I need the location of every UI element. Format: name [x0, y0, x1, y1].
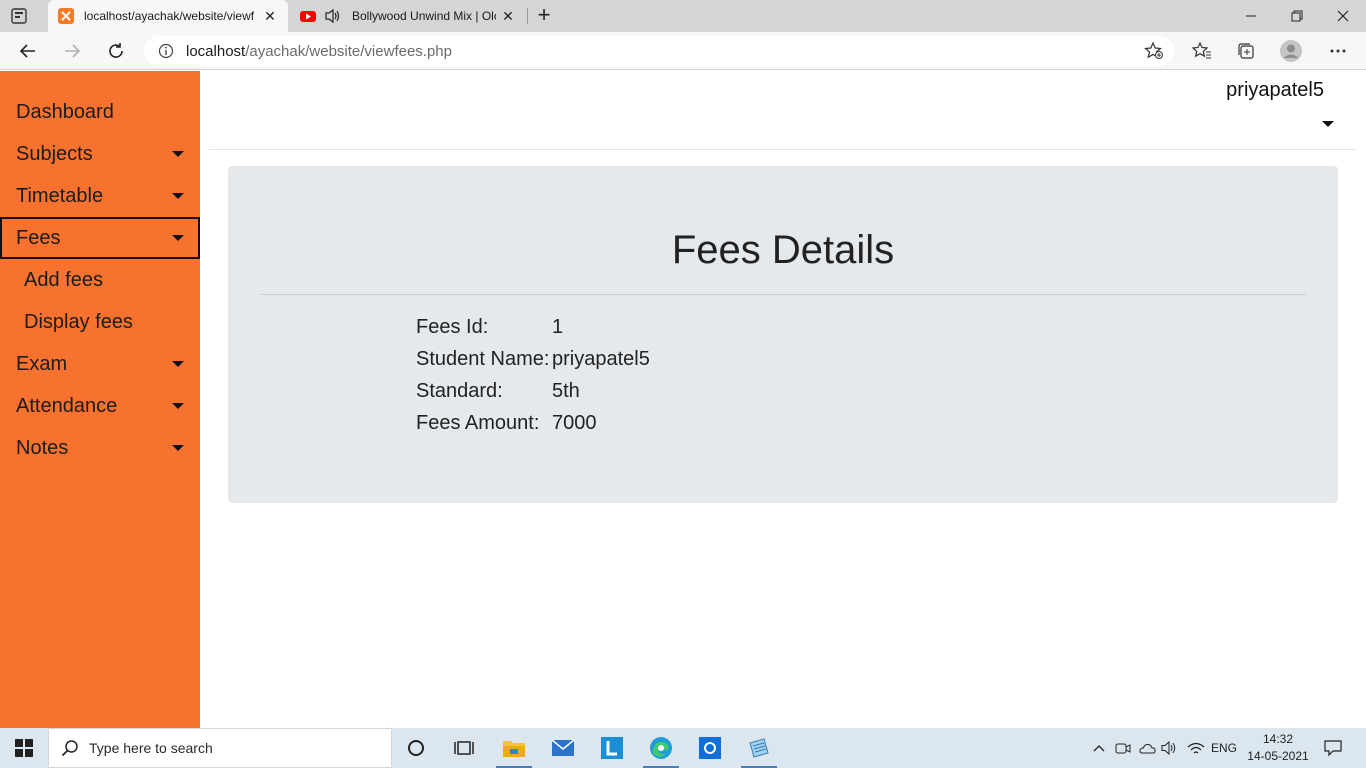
page-title: Fees Details — [671, 228, 895, 272]
more-options-icon[interactable] — [1327, 40, 1349, 62]
sidebar-item-label: Add fees — [24, 269, 103, 291]
volume-icon[interactable] — [1159, 728, 1181, 768]
detail-row-fees-id: Fees Id: 1 — [416, 311, 650, 343]
address-bar[interactable]: localhost/ayachak/website/viewfees.php — [144, 36, 1174, 66]
cortana-icon[interactable] — [392, 728, 440, 768]
collections-icon[interactable] — [1235, 40, 1257, 62]
site-info-icon[interactable] — [158, 43, 174, 59]
sidebar-item-label: Fees — [16, 227, 61, 249]
sidebar-item-notes[interactable]: Notes — [0, 427, 200, 469]
detail-value: 7000 — [552, 412, 597, 434]
detail-value: 1 — [552, 316, 564, 338]
close-tab-icon[interactable]: ✕ — [258, 4, 282, 28]
user-menu[interactable]: priyapatel5 — [1226, 79, 1334, 127]
tab-actions-icon[interactable] — [10, 7, 28, 25]
sidebar-item-subjects[interactable]: Subjects — [0, 133, 200, 175]
new-tab-button[interactable]: + — [532, 4, 556, 28]
task-view-icon[interactable] — [440, 728, 488, 768]
app-icon-blue[interactable] — [686, 728, 734, 768]
onedrive-cloud-icon[interactable] — [1136, 728, 1158, 768]
fees-details-list: Fees Id: 1 Student Name: priyapatel5 Sta… — [416, 311, 650, 439]
detail-label: Standard: — [416, 380, 503, 402]
detail-row-standard: Standard: 5th — [416, 375, 650, 407]
sidebar-subitem-add-fees[interactable]: Add fees — [0, 259, 200, 301]
favorites-icon[interactable] — [1191, 40, 1213, 62]
meet-now-icon[interactable] — [1112, 728, 1134, 768]
tab-youtube[interactable]: Bollywood Unwind Mix | Olc ✕ — [290, 0, 526, 32]
back-button[interactable] — [14, 37, 42, 65]
sidebar-item-exam[interactable]: Exam — [0, 343, 200, 385]
caret-down-icon — [172, 403, 184, 409]
clock-time: 14:32 — [1262, 732, 1294, 746]
tab-viewfees[interactable]: localhost/ayachak/website/viewf ✕ — [48, 0, 288, 32]
caret-down-icon — [172, 151, 184, 157]
close-tab-icon[interactable]: ✕ — [496, 4, 520, 28]
sidebar-item-label: Display fees — [24, 311, 133, 333]
profile-avatar[interactable] — [1280, 40, 1302, 62]
sidebar-item-attendance[interactable]: Attendance — [0, 385, 200, 427]
sidebar-item-label: Attendance — [16, 395, 118, 417]
detail-value: 5th — [552, 380, 580, 402]
url-host: localhost — [186, 42, 246, 60]
sidebar-item-label: Exam — [16, 353, 68, 375]
refresh-button[interactable] — [102, 37, 130, 65]
fees-details-card: Fees Details Fees Id: 1 Student Name: pr… — [228, 166, 1338, 503]
notepad-app-icon[interactable] — [735, 728, 783, 768]
caret-down-icon — [172, 193, 184, 199]
sidebar-item-timetable[interactable]: Timetable — [0, 175, 200, 217]
url-path: /ayachak/website/viewfees.php — [245, 42, 452, 60]
taskbar: Type here to search ENG 14:32 14-05-2021 — [0, 728, 1366, 768]
title-divider — [260, 294, 1306, 295]
sidebar-item-label: Timetable — [16, 185, 104, 207]
l-app-icon[interactable] — [588, 728, 636, 768]
show-hidden-icons-chevron-icon[interactable] — [1088, 728, 1110, 768]
tab-title: Bollywood Unwind Mix | Olc — [352, 9, 496, 23]
edge-browser-icon[interactable] — [637, 728, 685, 768]
sidebar-item-label: Subjects — [16, 143, 93, 165]
detail-row-student-name: Student Name: priyapatel5 — [416, 343, 650, 375]
close-window-button[interactable] — [1320, 0, 1366, 32]
tab-title: localhost/ayachak/website/viewf — [84, 9, 255, 23]
add-favorite-icon[interactable] — [1144, 41, 1164, 60]
caret-down-icon — [172, 235, 184, 241]
url-text: localhost/ayachak/website/viewfees.php — [186, 43, 452, 60]
taskbar-search-box[interactable]: Type here to search — [48, 728, 392, 768]
xampp-favicon-icon — [58, 8, 74, 24]
caret-down-icon — [172, 445, 184, 451]
clock-date: 14-05-2021 — [1247, 749, 1309, 763]
windows-start-button[interactable] — [0, 728, 48, 768]
minimize-button[interactable] — [1228, 0, 1274, 32]
caret-down-icon[interactable] — [1322, 121, 1334, 127]
main-content: priyapatel5 Fees Details Fees Id: 1 Stud… — [200, 71, 1366, 728]
header-divider — [209, 149, 1357, 150]
speaker-icon[interactable] — [324, 8, 342, 24]
detail-value: priyapatel5 — [552, 348, 650, 370]
username: priyapatel5 — [1226, 79, 1324, 101]
sidebar-item-label: Dashboard — [16, 101, 114, 123]
notifications-icon[interactable] — [1318, 728, 1348, 768]
sidebar-subitem-display-fees[interactable]: Display fees — [0, 301, 200, 343]
search-placeholder: Type here to search — [89, 740, 213, 756]
sidebar-item-label: Notes — [16, 437, 69, 459]
tab-divider — [527, 8, 528, 24]
youtube-favicon-icon — [300, 8, 316, 24]
forward-button[interactable] — [58, 37, 86, 65]
detail-label: Student Name: — [416, 348, 550, 370]
sidebar-item-dashboard[interactable]: Dashboard — [0, 91, 200, 133]
search-icon — [61, 739, 79, 757]
mail-icon[interactable] — [539, 728, 587, 768]
browser-toolbar: localhost/ayachak/website/viewfees.php — [0, 32, 1366, 70]
sidebar: Dashboard Subjects Timetable Fees Add fe… — [0, 71, 200, 728]
sidebar-item-fees[interactable]: Fees — [0, 217, 200, 259]
detail-label: Fees Id: — [416, 316, 489, 338]
detail-label: Fees Amount: — [416, 412, 540, 434]
file-explorer-icon[interactable] — [490, 728, 538, 768]
restore-button[interactable] — [1274, 0, 1320, 32]
language-indicator[interactable]: ENG — [1208, 728, 1240, 768]
caret-down-icon — [172, 361, 184, 367]
system-clock[interactable]: 14:32 14-05-2021 — [1244, 731, 1312, 765]
network-wifi-icon[interactable] — [1184, 728, 1208, 768]
browser-tab-strip: localhost/ayachak/website/viewf ✕ Bollyw… — [0, 0, 1366, 32]
detail-row-fees-amount: Fees Amount: 7000 — [416, 407, 650, 439]
